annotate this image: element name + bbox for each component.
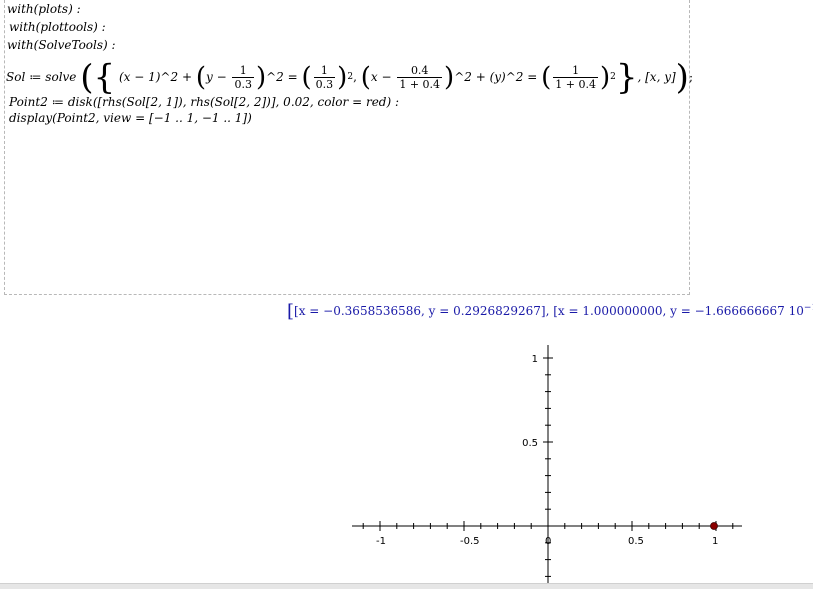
open-paren-icon: ( (360, 62, 371, 93)
cmd-disk[interactable]: Point2 ≔ disk([rhs(Sol[2, 1]), rhs(Sol[2… (9, 95, 399, 109)
solve-vars: , [x, y] (637, 70, 676, 84)
y-tick-label: 1 (532, 354, 538, 365)
x-tick-label: -0.5 (460, 536, 480, 547)
plot-point (710, 522, 718, 530)
open-paren-icon: ( (301, 62, 312, 93)
solve-y-minus: y − (205, 70, 227, 84)
solve-terminator: ; (688, 70, 693, 84)
x-tick-label: 0.5 (628, 536, 644, 547)
solve-x-minus: x − (370, 70, 392, 84)
solve-term1: (x − 1)^2 + (118, 70, 192, 84)
close-brace-icon: } (615, 57, 638, 98)
cmd-with-plots[interactable]: with(plots) : (7, 2, 81, 16)
solve-lhs: Sol ≔ solve (6, 70, 77, 84)
close-paren-icon: ) (675, 57, 689, 98)
open-paren-icon: ( (195, 62, 206, 93)
close-paren-icon: ) (337, 62, 348, 93)
solve-caret-eq: ^2 = (266, 70, 298, 84)
open-paren-icon: ( (80, 57, 94, 98)
solution-output: [[x = −0.3658536586, y = 0.2926829267], … (287, 297, 813, 323)
fraction-1: 1 0.3 (232, 64, 254, 91)
open-paren-icon: ( (541, 62, 552, 93)
x-tick-label: -1 (376, 536, 386, 547)
solve-comma: , (353, 70, 357, 84)
output-open-bracket: [ (287, 301, 295, 322)
fraction-4: 11 + 0.4 (553, 64, 598, 91)
input-region[interactable]: with(plots) : with(plottools) : with(Sol… (4, 0, 693, 295)
close-paren-icon: ) (444, 62, 455, 93)
close-paren-icon: ) (255, 62, 267, 93)
x-tick-label: 0 (545, 536, 551, 547)
cmd-with-solvetools[interactable]: with(SolveTools) : (7, 38, 116, 52)
solve-caret-plus: ^2 + (y)^2 = (454, 70, 538, 84)
output-exponent: −10 (803, 303, 813, 313)
fraction-2: 1 0.3 (313, 64, 336, 91)
open-brace-icon: { (93, 57, 116, 98)
cmd-with-plottools[interactable]: with(plottools) : (9, 20, 106, 34)
y-tick-label: 0.5 (522, 438, 538, 449)
close-paren-icon: ) (599, 62, 611, 93)
cmd-display[interactable]: display(Point2, view = [−1 .. 1, −1 .. 1… (9, 111, 252, 125)
x-tick-label: 1 (712, 536, 718, 547)
output-text: [x = −0.3658536586, y = 0.2926829267], [… (294, 304, 804, 318)
status-bar (0, 583, 813, 589)
fraction-3: 0.4 1 + 0.4 (397, 64, 443, 91)
cmd-solve[interactable]: Sol ≔ solve ({ (x − 1)^2 + (y − 1 0.3)^2 … (6, 61, 693, 95)
